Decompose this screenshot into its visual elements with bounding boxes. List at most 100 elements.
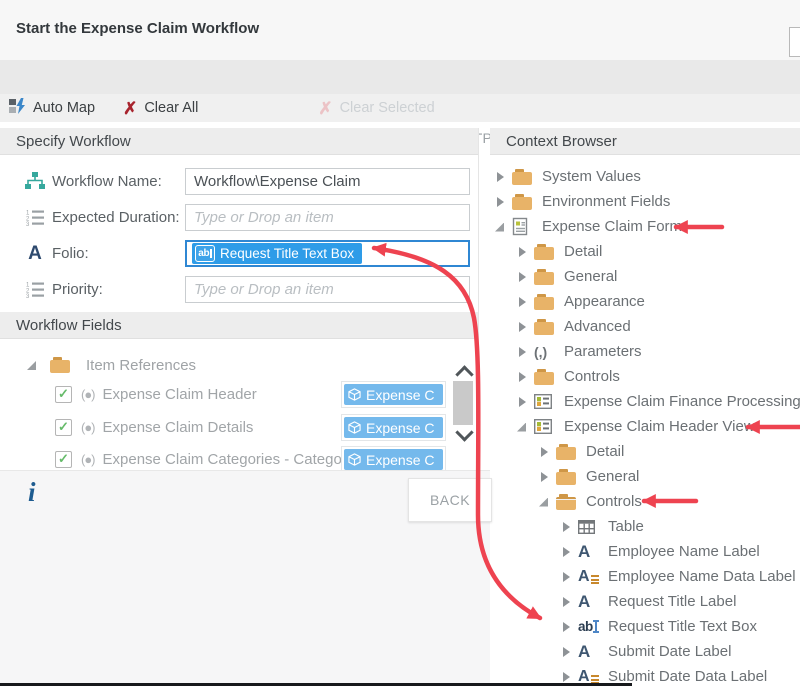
workflow-field-row[interactable]: ✓ (●) Expense Claim Details Expense C <box>0 414 452 440</box>
expected-duration-input[interactable] <box>185 204 470 231</box>
tree-item[interactable]: Detail <box>490 439 800 464</box>
tree-item-label: Table <box>608 518 644 535</box>
expand-toggle-icon[interactable] <box>26 359 38 371</box>
scroll-down-icon[interactable] <box>455 423 473 441</box>
checkbox-checked-icon[interactable]: ✓ <box>55 451 72 468</box>
tree-item[interactable]: A Employee Name Label <box>490 539 800 564</box>
back-button[interactable]: BACK <box>408 478 492 522</box>
clear-selected-button: ✗ Clear Selected <box>318 100 434 117</box>
expand-toggle-icon[interactable] <box>494 171 506 183</box>
tree-item[interactable]: (,) Parameters <box>490 339 800 364</box>
expand-toggle-icon[interactable] <box>516 371 528 383</box>
smartobject-mapping-tag[interactable]: Expense C <box>344 384 443 405</box>
folder-icon <box>50 357 70 373</box>
tree-item[interactable]: A Employee Name Data Label <box>490 564 800 589</box>
tree-item-label: Environment Fields <box>542 193 670 210</box>
folder-icon <box>534 367 558 387</box>
clear-selected-label: Clear Selected <box>340 100 435 116</box>
context-browser-tree: System Values Environment Fields Expense… <box>490 164 800 686</box>
tree-item-references[interactable]: Item References <box>0 352 452 378</box>
tree-item[interactable]: General <box>490 264 800 289</box>
clear-selected-icon: ✗ <box>318 100 332 117</box>
auto-map-button[interactable]: Auto Map <box>8 97 95 119</box>
view-icon <box>534 392 558 412</box>
expand-toggle-icon[interactable] <box>516 396 528 408</box>
tree-item[interactable]: Expense Claim Form <box>490 214 800 239</box>
expand-toggle-icon[interactable] <box>516 421 528 433</box>
checkbox-checked-icon[interactable]: ✓ <box>55 386 72 403</box>
tree-item[interactable]: ab Request Title Text Box <box>490 614 800 639</box>
tree-item-label: Expense Claim Header View <box>564 418 755 435</box>
tree-item[interactable]: Environment Fields <box>490 189 800 214</box>
clear-all-label: Clear All <box>144 100 198 116</box>
tree-item[interactable]: Table <box>490 514 800 539</box>
folio-input[interactable]: ab Request Title Text Box <box>185 240 470 267</box>
expand-toggle-icon[interactable] <box>560 521 572 533</box>
priority-row: 1 2 3 Priority: <box>0 276 478 303</box>
folder-icon <box>512 167 536 187</box>
expand-toggle-icon[interactable] <box>560 546 572 558</box>
tree-item[interactable]: Controls <box>490 364 800 389</box>
textbox-icon: ab <box>578 617 602 637</box>
smartobject-mapping-tag[interactable]: Expense C <box>344 449 443 470</box>
folder-open-icon <box>556 492 580 512</box>
label-icon: A <box>578 542 602 562</box>
expand-toggle-icon[interactable] <box>560 596 572 608</box>
view-icon <box>534 417 558 437</box>
tree-item-label: Employee Name Data Label <box>608 568 796 585</box>
checkbox-checked-icon[interactable]: ✓ <box>55 419 72 436</box>
folder-icon <box>556 467 580 487</box>
auto-map-icon <box>8 97 26 119</box>
expand-toggle-icon[interactable] <box>538 446 550 458</box>
tree-item[interactable]: System Values <box>490 164 800 189</box>
folio-mapping-tag[interactable]: ab Request Title Text Box <box>192 243 362 264</box>
cube-icon <box>348 453 361 466</box>
item-reference-icon: (●) <box>81 452 95 467</box>
scrollbar-thumb[interactable] <box>453 381 473 425</box>
clear-all-button[interactable]: ✗ Clear All <box>123 100 198 117</box>
workflow-field-row[interactable]: ✓ (●) Expense Claim Header Expense C <box>0 381 452 407</box>
folder-icon <box>534 292 558 312</box>
tree-item-label: General <box>564 268 617 285</box>
clear-all-icon: ✗ <box>123 100 137 117</box>
svg-text:3: 3 <box>26 222 30 226</box>
tree-item[interactable]: A Submit Date Label <box>490 639 800 664</box>
expand-toggle-icon[interactable] <box>516 271 528 283</box>
tree-item[interactable]: General <box>490 464 800 489</box>
expand-toggle-icon[interactable] <box>516 321 528 333</box>
workflow-fields-title: Workflow Fields <box>16 317 122 334</box>
workflow-field-row[interactable]: ✓ (●) Expense Claim Categories - Catego … <box>0 446 452 472</box>
expand-toggle-icon[interactable] <box>560 621 572 633</box>
panel-divider <box>478 128 479 470</box>
expand-toggle-icon[interactable] <box>560 671 572 683</box>
workflow-name-input[interactable] <box>185 168 470 195</box>
expand-toggle-icon[interactable] <box>560 571 572 583</box>
tree-item-label: System Values <box>542 168 641 185</box>
tree-item[interactable]: Expense Claim Header View <box>490 414 800 439</box>
expand-toggle-icon[interactable] <box>516 346 528 358</box>
tree-item[interactable]: Expense Claim Finance Processing Vi <box>490 389 800 414</box>
tree-item[interactable]: Controls <box>490 489 800 514</box>
tree-item[interactable]: Detail <box>490 239 800 264</box>
expand-toggle-icon[interactable] <box>494 221 506 233</box>
tree-item-label: Appearance <box>564 293 645 310</box>
cube-icon <box>348 421 361 434</box>
smartobject-mapping-tag[interactable]: Expense C <box>344 417 443 438</box>
tree-item[interactable]: Appearance <box>490 289 800 314</box>
expand-toggle-icon[interactable] <box>538 496 550 508</box>
footer-panel: i BACK <box>0 470 490 686</box>
tree-item[interactable]: Advanced <box>490 314 800 339</box>
svg-text:3: 3 <box>26 294 30 298</box>
tree-item[interactable]: A Request Title Label <box>490 589 800 614</box>
tree-item-label: Request Title Text Box <box>608 618 757 635</box>
expand-toggle-icon[interactable] <box>560 646 572 658</box>
workflow-name-row: Workflow Name: <box>0 168 478 195</box>
tree-item-label: Detail <box>564 243 602 260</box>
item-references-label: Item References <box>86 357 196 374</box>
expand-toggle-icon[interactable] <box>516 246 528 258</box>
expand-toggle-icon[interactable] <box>494 196 506 208</box>
expand-toggle-icon[interactable] <box>516 296 528 308</box>
priority-input[interactable] <box>185 276 470 303</box>
expand-toggle-icon[interactable] <box>538 471 550 483</box>
numbered-list-icon: 1 2 3 <box>24 279 46 299</box>
